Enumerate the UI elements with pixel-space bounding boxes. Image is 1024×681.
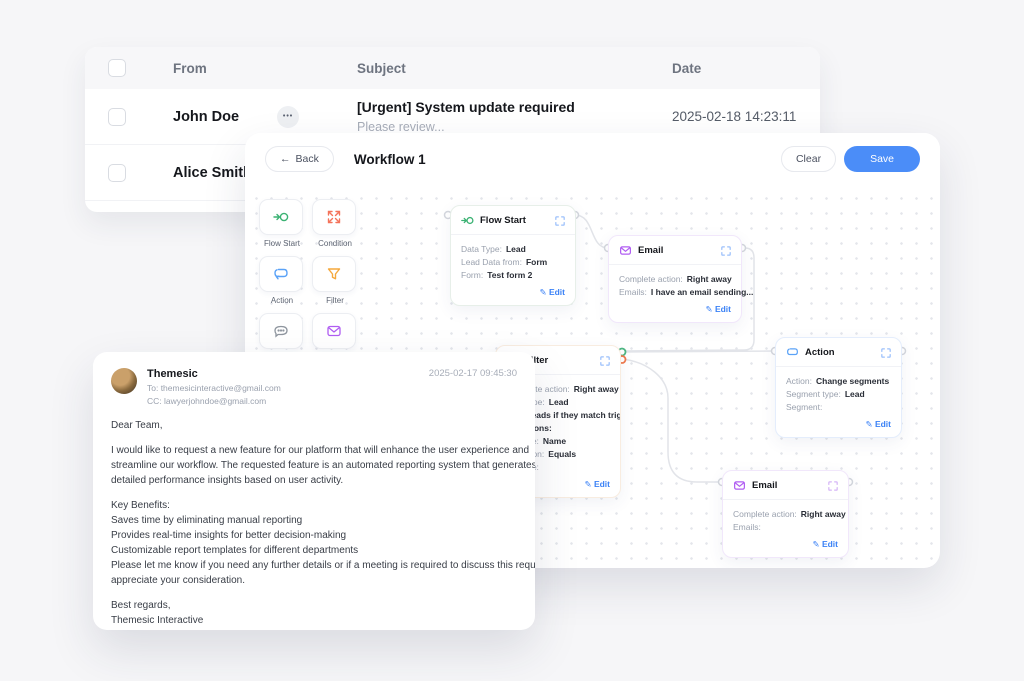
action-icon	[273, 266, 289, 282]
edit-pencil-icon: ✎	[865, 419, 872, 429]
email-preview-card: Themesic To: themesicinteractive@gmail.c…	[93, 352, 535, 630]
sender-name: Alice Smith	[173, 165, 252, 181]
expand-icon[interactable]	[555, 216, 565, 226]
row-checkbox[interactable]	[108, 164, 126, 182]
palette-item-action[interactable]: Action	[259, 256, 305, 305]
workflow-title: Workflow 1	[354, 152, 426, 167]
mail-body: Dear Team, I would like to request a new…	[111, 418, 517, 628]
node-email-1[interactable]: Email Complete action:Right away Emails:…	[608, 235, 742, 323]
edit-pencil-icon: ✎	[539, 287, 546, 297]
edit-link[interactable]: ✎ Edit	[451, 285, 575, 305]
save-button[interactable]: Save	[844, 146, 920, 172]
filter-icon	[326, 266, 342, 282]
row-checkbox[interactable]	[108, 108, 126, 126]
expand-icon[interactable]	[721, 246, 731, 256]
more-options-button[interactable]: •••	[277, 106, 299, 128]
column-header-subject: Subject	[357, 61, 672, 76]
sender-avatar	[111, 368, 137, 394]
palette-item-condition[interactable]: Condition	[312, 199, 358, 248]
node-email-2[interactable]: Email Complete action:Right away Emails:…	[722, 470, 849, 558]
flow-start-icon	[461, 214, 474, 227]
node-palette: Flow Start Condition Action Filter SMS E…	[259, 199, 358, 362]
workflow-header: ← Back Workflow 1 Clear Save	[245, 133, 940, 185]
expand-icon[interactable]	[600, 356, 610, 366]
palette-item-filter[interactable]: Filter	[312, 256, 358, 305]
email-date: 2025-02-18 14:23:11	[672, 109, 820, 124]
sms-icon	[273, 323, 289, 339]
edit-link[interactable]: ✎ Edit	[609, 302, 741, 322]
expand-icon[interactable]	[828, 481, 838, 491]
palette-item-flow-start[interactable]: Flow Start	[259, 199, 305, 248]
condition-icon	[326, 209, 342, 225]
flow-start-icon	[273, 209, 289, 225]
email-icon	[619, 244, 632, 257]
column-header-date: Date	[672, 61, 820, 76]
email-icon	[326, 323, 342, 339]
table-header-row: From Subject Date	[85, 47, 820, 89]
mail-cc-line: CC: lawyerjohndoe@gmail.com	[147, 396, 281, 406]
node-action[interactable]: Action Action:Change segments Segment ty…	[775, 337, 902, 438]
edit-pencil-icon: ✎	[584, 479, 591, 489]
back-arrow-icon: ←	[280, 153, 291, 165]
mail-sender-name: Themesic	[147, 368, 281, 380]
email-preview-text: Please review...	[357, 120, 672, 134]
more-dots-icon: •••	[283, 113, 293, 120]
mail-to-line: To: themesicinteractive@gmail.com	[147, 383, 281, 393]
select-all-checkbox[interactable]	[108, 59, 126, 77]
column-header-from: From	[173, 61, 357, 76]
edit-link[interactable]: ✎ Edit	[776, 417, 901, 437]
email-subject: [Urgent] System update required	[357, 99, 672, 115]
back-button[interactable]: ← Back	[265, 146, 334, 172]
edit-link[interactable]: ✎ Edit	[723, 537, 848, 557]
edit-pencil-icon: ✎	[705, 304, 712, 314]
clear-button[interactable]: Clear	[781, 146, 836, 172]
expand-icon[interactable]	[881, 348, 891, 358]
edit-pencil-icon: ✎	[812, 539, 819, 549]
mail-timestamp: 2025-02-17 09:45:30	[429, 368, 517, 379]
sender-name: John Doe	[173, 109, 239, 125]
action-icon	[786, 346, 799, 359]
node-flow-start[interactable]: Flow Start Data Type:Lead Lead Data from…	[450, 205, 576, 306]
email-icon	[733, 479, 746, 492]
